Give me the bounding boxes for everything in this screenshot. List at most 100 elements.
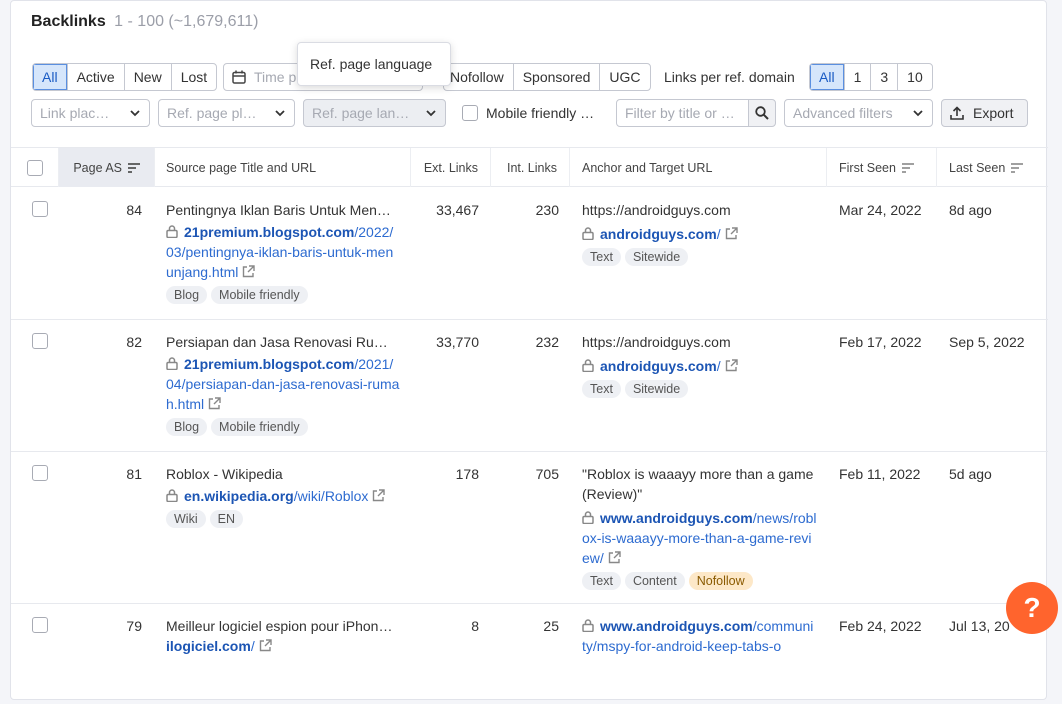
source-cell: Pentingnya Iklan Baris Untuk Men… 21prem… [166,202,401,304]
link-placement-label: Link plac… [40,105,110,121]
target-url-path: / [716,358,721,374]
tab-ugc[interactable]: UGC [600,64,649,90]
tab-sponsored[interactable]: Sponsored [514,64,601,90]
ref-page-language-tooltip: Ref. page language [297,42,451,86]
column-first-seen-label: First Seen [839,160,896,175]
source-title[interactable]: Meilleur logiciel espion pour iPhon… [166,618,401,634]
tag: Content [624,572,685,590]
external-link-icon[interactable] [372,489,386,502]
row-checkbox[interactable] [32,465,48,481]
search-placeholder: Filter by title or … [625,105,735,121]
source-url[interactable]: 21premium.blogspot.com/2022/03/pentingny… [166,222,401,282]
search-button[interactable] [748,99,776,127]
lock-icon [582,511,594,524]
tab-active[interactable]: Active [68,64,125,90]
ref-page-language-label: Ref. page lan… [312,105,410,121]
first-seen-value: Feb 17, 2022 [839,334,922,350]
target-url-domain: androidguys.com [600,226,717,242]
calendar-icon [232,70,246,84]
page-as-value: 82 [126,334,142,350]
tag: Text [582,248,621,266]
source-url[interactable]: en.wikipedia.org/wiki/Roblox [166,486,401,506]
advanced-filters-select[interactable]: Advanced filters [784,99,933,127]
table-header: Page AS Source page Title and URL Ext. L… [11,147,1048,187]
tab-nofollow[interactable]: Nofollow [444,64,514,90]
target-url[interactable]: www.androidguys.com/news/roblox-is-waaay… [582,508,817,568]
ref-page-platform-select[interactable]: Ref. page pl… [158,99,295,127]
column-source[interactable]: Source page Title and URL [155,148,411,187]
ref-page-language-select[interactable]: Ref. page lan… [303,99,446,127]
links-per-domain-3[interactable]: 3 [871,64,899,90]
external-link-icon[interactable] [725,227,738,240]
table-row: 79 Meilleur logiciel espion pour iPhon… … [11,604,1048,704]
tab-lost[interactable]: Lost [172,64,216,90]
tag: Wiki [166,510,206,528]
source-cell: Meilleur logiciel espion pour iPhon… ilo… [166,618,401,656]
source-title[interactable]: Roblox - Wikipedia [166,466,401,482]
links-per-domain-all[interactable]: All [810,64,845,90]
page-title: Backlinks [31,13,106,30]
source-url-domain: en.wikipedia.org [184,488,294,504]
export-label: Export [973,105,1014,121]
external-link-icon[interactable] [608,551,621,564]
table-row: 82 Persiapan dan Jasa Renovasi Ru… 21pre… [11,320,1048,452]
tab-new[interactable]: New [125,64,172,90]
column-source-label: Source page Title and URL [166,160,317,175]
links-per-domain-1[interactable]: 1 [845,64,872,90]
external-link-icon[interactable] [208,397,221,410]
external-link-icon[interactable] [242,265,256,278]
row-checkbox[interactable] [32,617,48,633]
tag: Text [582,380,621,398]
help-icon: ? [1023,592,1041,623]
chevron-down-icon [275,110,285,117]
row-checkbox[interactable] [32,333,48,349]
links-per-domain-tabs: All 1 3 10 [809,63,933,91]
external-link-icon[interactable] [725,359,738,372]
help-button[interactable]: ? [1006,582,1058,634]
sort-icon [128,162,140,173]
lock-icon [582,227,594,240]
search-input[interactable]: Filter by title or … [616,99,749,127]
tag: Mobile friendly [211,286,308,304]
column-last-seen[interactable]: Last Seen [937,148,1048,187]
column-page-as[interactable]: Page AS [59,148,155,187]
page-as-value: 79 [126,618,142,634]
lock-icon [166,357,178,370]
target-url[interactable]: www.androidguys.com/community/mspy-for-a… [582,616,817,656]
page-as-value: 84 [126,202,142,218]
source-title[interactable]: Pentingnya Iklan Baris Untuk Men… [166,202,401,218]
anchor-text: "Roblox is waaayy more than a game (Revi… [582,466,814,502]
column-ext-links[interactable]: Ext. Links [411,148,491,187]
int-links-value: 705 [535,466,559,482]
last-seen-value: 5d ago [949,466,992,482]
target-url[interactable]: androidguys.com/ [582,224,817,244]
last-seen-value: Sep 5, 2022 [949,334,1025,350]
advanced-filters-label: Advanced filters [793,105,893,121]
source-title[interactable]: Persiapan dan Jasa Renovasi Ru… [166,334,401,350]
tab-all[interactable]: All [33,64,68,90]
column-int-links[interactable]: Int. Links [491,148,570,187]
source-tags: Blog Mobile friendly [166,418,401,436]
lock-icon [166,225,178,238]
row-checkbox[interactable] [32,201,48,217]
anchor-tags: Text Sitewide [582,248,817,266]
export-button[interactable]: Export [941,99,1028,127]
search-icon [755,106,769,120]
source-cell: Persiapan dan Jasa Renovasi Ru… 21premiu… [166,334,401,436]
column-ext-links-label: Ext. Links [423,160,478,175]
mobile-friendly-checkbox[interactable] [462,105,478,121]
external-link-icon[interactable] [259,639,272,652]
source-url[interactable]: 21premium.blogspot.com/2021/04/persiapan… [166,354,401,414]
source-url[interactable]: ilogiciel.com/ [166,636,401,656]
link-placement-select[interactable]: Link plac… [31,99,150,127]
target-url[interactable]: androidguys.com/ [582,356,817,376]
column-first-seen[interactable]: First Seen [827,148,937,187]
link-type-tabs: Nofollow Sponsored UGC [443,63,651,91]
column-anchor[interactable]: Anchor and Target URL [570,148,827,187]
column-anchor-label: Anchor and Target URL [582,160,713,175]
target-url-path: / [716,226,721,242]
links-per-domain-10[interactable]: 10 [898,64,932,90]
select-all-checkbox[interactable] [26,159,43,176]
select-all-cell [11,148,59,187]
table-row: 84 Pentingnya Iklan Baris Untuk Men… 21p… [11,187,1048,320]
